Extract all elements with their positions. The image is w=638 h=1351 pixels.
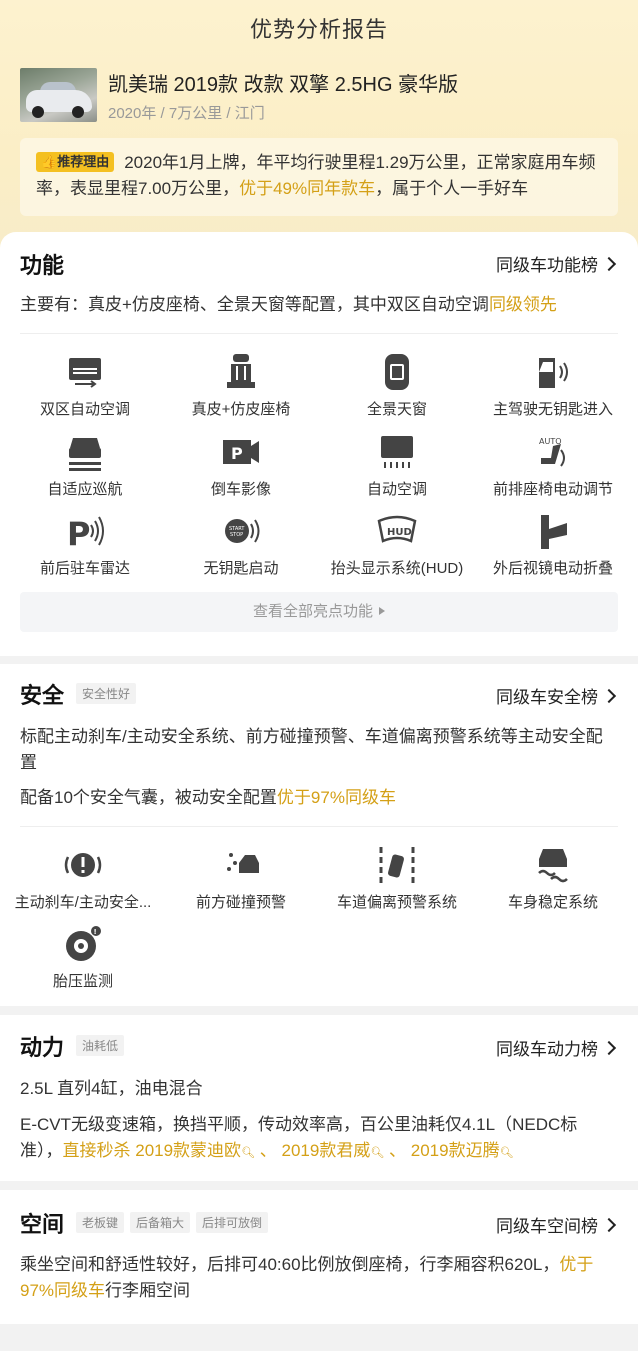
stability-control-icon — [538, 849, 568, 883]
competitor-link[interactable]: 2019款迈腾🔍︎ — [411, 1141, 514, 1160]
search-icon: 🔍︎ — [370, 1147, 385, 1159]
power-rank-link[interactable]: 同级车动力榜 — [496, 1035, 614, 1060]
space-desc: 乘坐空间和舒适性较好，后排可40:60比例放倒座椅，行李厢容积620L，优于97… — [20, 1255, 594, 1300]
svg-text:P: P — [231, 444, 243, 463]
safety-title: 安全 — [20, 683, 65, 708]
space-tag: 后备箱大 — [130, 1212, 191, 1233]
adaptive-cruise-icon — [69, 438, 101, 471]
recommend-reason: 👍推荐理由 2020年1月上牌，年平均行驶里程1.29万公里，正常家庭用车频率，表… — [20, 138, 618, 216]
divider — [20, 333, 618, 334]
keyless-start-icon: STARTSTOP — [225, 519, 260, 543]
feature-leather-seat[interactable]: 真皮+仿皮座椅 — [166, 352, 316, 419]
space-title: 空间 — [20, 1212, 65, 1237]
feature-reverse-camera[interactable]: P 倒车影像 — [166, 432, 316, 499]
search-icon: 🔍︎ — [241, 1147, 256, 1159]
feature-auto-ac[interactable]: 自动空调 — [322, 432, 472, 499]
reason-text-end: ，属于个人一手好车 — [375, 179, 529, 198]
feature-power-seat[interactable]: AUTO 前排座椅电动调节 — [478, 432, 628, 499]
page-title: 优势分析报告 — [249, 17, 388, 42]
feature-panoramic-sunroof[interactable]: 全景天窗 — [322, 352, 472, 419]
search-icon: 🔍︎ — [499, 1147, 514, 1159]
competitor-link[interactable]: 2019款蒙迪欧🔍︎ — [135, 1141, 255, 1160]
power-tag: 油耗低 — [76, 1035, 125, 1056]
reverse-camera-icon: P — [223, 440, 259, 464]
keyless-entry-icon — [539, 358, 568, 388]
safety-active-desc: 标配主动刹车/主动安全系统、前方碰撞预警、车道偏离预警系统等主动安全配置 — [20, 727, 603, 772]
feature-keyless-entry[interactable]: 主驾驶无钥匙进入 — [478, 352, 628, 419]
auto-ac-icon — [381, 436, 413, 468]
svg-text:P: P — [67, 515, 90, 551]
triangle-right-icon — [379, 607, 385, 615]
car-thumbnail[interactable] — [20, 68, 97, 122]
mirror-fold-icon — [541, 515, 567, 549]
recommend-badge: 👍推荐理由 — [36, 152, 115, 172]
feature-hud[interactable]: HUD 抬头显示系统(HUD) — [322, 511, 472, 578]
svg-text:!: ! — [94, 928, 97, 936]
car-name: 凯美瑞 2019款 改款 双擎 2.5HG 豪华版 — [108, 74, 459, 96]
svg-text:AUTO: AUTO — [539, 437, 562, 446]
collision-warning-icon — [227, 853, 259, 873]
feature-stability-control[interactable]: 车身稳定系统 — [478, 845, 628, 912]
function-rank-link[interactable]: 同级车功能榜 — [496, 251, 614, 276]
hud-icon: HUD — [377, 515, 417, 543]
feature-active-brake[interactable]: 主动刹车/主动安全... — [8, 845, 158, 912]
parking-radar-icon: P — [67, 515, 104, 551]
feature-dual-zone-ac[interactable]: 双区自动空调 — [10, 352, 160, 419]
svg-text:STOP: STOP — [230, 532, 243, 538]
feature-mirror-fold[interactable]: 外后视镜电动折叠 — [478, 511, 628, 578]
dual-zone-ac-icon — [69, 358, 101, 388]
reason-highlight: 优于49%同年款车 — [239, 179, 376, 198]
feature-tire-pressure[interactable]: ! 胎压监测 — [8, 924, 158, 991]
function-title: 功能 — [20, 253, 65, 278]
svg-text:HUD: HUD — [387, 527, 412, 538]
thumbs-up-icon: 👍 — [41, 154, 58, 169]
safety-rank-link[interactable]: 同级车安全榜 — [496, 683, 614, 708]
space-rank-link[interactable]: 同级车空间榜 — [496, 1212, 614, 1237]
tire-pressure-icon: ! — [66, 926, 101, 961]
power-seat-icon: AUTO — [539, 437, 565, 467]
safety-tag: 安全性好 — [76, 683, 137, 704]
safety-passive-desc: 配备10个安全气囊，被动安全配置优于97%同级车 — [20, 788, 396, 807]
feature-keyless-start[interactable]: START STOP 无钥匙启动 — [166, 511, 316, 578]
divider — [20, 826, 618, 827]
car-meta: 2020年 / 7万公里 / 江门 — [108, 105, 265, 122]
feature-adaptive-cruise[interactable]: 自适应巡航 — [10, 432, 160, 499]
space-tag: 后排可放倒 — [196, 1212, 269, 1233]
space-tag: 老板键 — [76, 1212, 125, 1233]
panoramic-sunroof-icon — [385, 354, 409, 390]
lane-departure-icon — [379, 847, 415, 883]
power-transmission-desc: E-CVT无级变速箱，换挡平顺，传动效率高，百公里油耗仅4.1L（NEDC标准）… — [20, 1115, 578, 1160]
active-brake-icon — [64, 853, 102, 877]
feature-lane-departure[interactable]: 车道偏离预警系统 — [322, 845, 472, 912]
feature-collision-warning[interactable]: 前方碰撞预警 — [166, 845, 316, 912]
see-all-features-button[interactable]: 查看全部亮点功能 — [20, 592, 618, 632]
feature-parking-radar[interactable]: P 前后驻车雷达 — [10, 511, 160, 578]
function-summary: 主要有：真皮+仿皮座椅、全景天窗等配置，其中双区自动空调同级领先 — [20, 295, 557, 314]
leather-seat-icon — [227, 354, 255, 388]
power-engine-desc: 2.5L 直列4缸，油电混合 — [20, 1079, 203, 1098]
competitor-link[interactable]: 2019款君威🔍︎ — [282, 1141, 385, 1160]
power-title: 动力 — [20, 1035, 65, 1060]
